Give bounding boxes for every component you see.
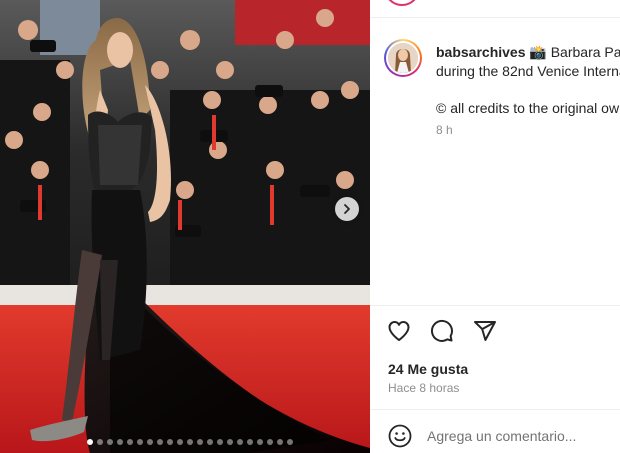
carousel-dot [177,439,183,445]
previous-avatar [384,0,420,6]
avatar[interactable] [384,39,422,77]
action-bar [386,318,498,344]
carousel-dot [257,439,263,445]
divider [370,409,620,410]
carousel-dot [197,439,203,445]
carousel-dot [267,439,273,445]
carousel-dot [167,439,173,445]
carousel-dot [187,439,193,445]
carousel-dot [207,439,213,445]
carousel-dot [147,439,153,445]
carousel-next-button[interactable] [335,197,359,221]
carousel-dot [217,439,223,445]
carousel-dot [127,439,133,445]
post-details-panel: babsarchives 📸 Barbara Palvin during the… [370,0,620,453]
carousel-dot [277,439,283,445]
divider [370,17,620,18]
carousel-dot [137,439,143,445]
caption-credits: © all credits to the original owners [436,100,620,116]
post-photo [0,0,370,453]
divider [370,305,620,306]
carousel-dot [227,439,233,445]
like-button[interactable] [386,318,412,344]
post-media[interactable] [0,0,370,453]
emoji-icon [388,424,412,448]
comment-input[interactable] [427,424,617,448]
avatar-photo [388,43,418,73]
carousel-dot [287,439,293,445]
chevron-right-icon [344,204,350,214]
caption-line-1: 📸 Barbara Palvin [529,44,620,60]
carousel-dot [247,439,253,445]
caption-line-2: during the 82nd Venice International [436,63,620,79]
post-age[interactable]: 8 h [436,123,453,137]
carousel-dot [237,439,243,445]
caption-text: babsarchives 📸 Barbara Palvin during the… [436,43,620,81]
share-button[interactable] [472,318,498,344]
post-timestamp: Hace 8 horas [388,381,460,395]
carousel-indicator [0,439,370,447]
comment-button[interactable] [429,318,455,344]
carousel-dot [117,439,123,445]
heart-icon [388,321,410,341]
comment-icon [431,319,453,342]
carousel-dot [107,439,113,445]
share-icon [474,321,496,341]
likes-count[interactable]: 24 Me gusta [388,361,468,377]
emoji-button[interactable] [388,424,412,448]
username-link[interactable]: babsarchives [436,44,526,60]
carousel-dot [97,439,103,445]
carousel-dot [157,439,163,445]
carousel-dot [87,439,93,445]
